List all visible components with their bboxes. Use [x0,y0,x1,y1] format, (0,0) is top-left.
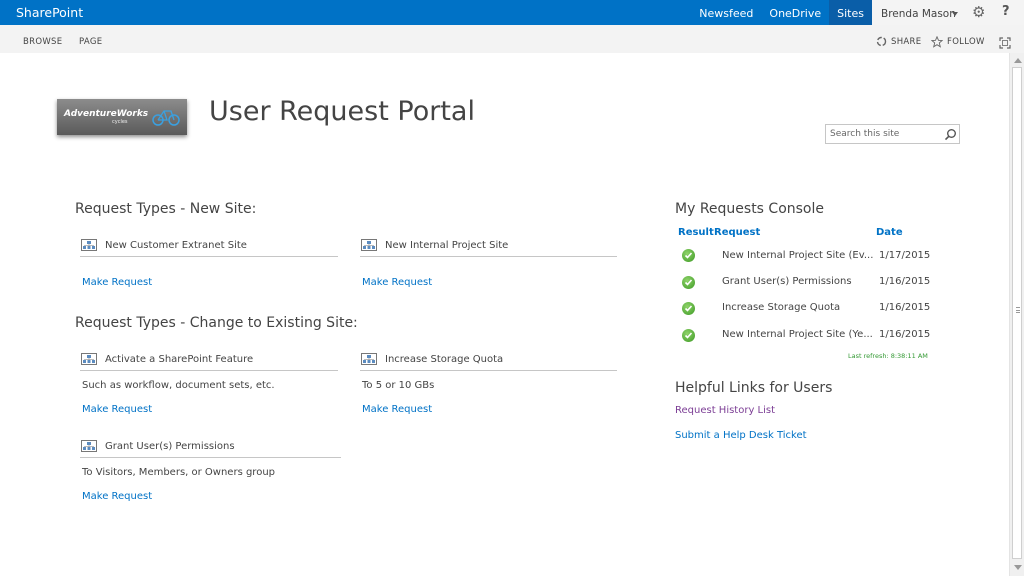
column-header-result[interactable]: Result [678,227,714,238]
focus-on-content-icon[interactable] [999,34,1011,53]
column-header-request[interactable]: Request [714,227,760,238]
chevron-down-icon[interactable] [952,12,958,16]
last-refresh-timestamp: Last refresh: 8:38:11 AM [848,352,928,360]
request-type-description: To Visitors, Members, or Owners group [82,467,276,478]
make-request-link[interactable]: Make Request [362,404,432,415]
requests-console-heading: My Requests Console [675,201,825,217]
make-request-link[interactable]: Make Request [82,491,152,502]
request-date: 1/17/2015 [879,250,931,261]
suite-link-newsfeed[interactable]: Newsfeed [691,0,761,25]
request-type-description: Such as workflow, document sets, etc. [82,380,275,391]
user-menu-area: Brenda Mason ⚙ ? [872,0,1024,25]
vertical-scrollbar[interactable] [1009,53,1024,576]
request-name[interactable]: Increase Storage Quota [722,302,840,313]
request-type-item: Increase Storage Quota [360,351,617,371]
success-check-icon [682,276,695,289]
helpful-links-heading: Helpful Links for Users [675,380,833,396]
logo-text: AdventureWorks [64,109,149,119]
scroll-down-icon[interactable] [1014,565,1022,570]
request-name[interactable]: New Internal Project Site (Ye... [722,329,873,340]
request-date: 1/16/2015 [879,276,931,287]
make-request-link[interactable]: Make Request [82,277,152,288]
tab-browse[interactable]: BROWSE [23,37,62,47]
suite-link-onedrive[interactable]: OneDrive [761,0,829,25]
request-type-description: To 5 or 10 GBs [362,380,435,391]
request-type-label: Increase Storage Quota [385,354,504,365]
site-icon [81,440,97,452]
request-type-item: Activate a SharePoint Feature [80,351,338,371]
ribbon: BROWSE PAGE SHARE FOLLOW [0,25,1024,53]
success-check-icon [682,329,695,342]
request-type-item: Grant User(s) Permissions [80,438,341,458]
site-icon [361,353,377,365]
request-date: 1/16/2015 [879,329,931,340]
request-type-item: New Internal Project Site [360,237,617,257]
make-request-link[interactable]: Make Request [362,277,432,288]
page-title: User Request Portal [209,96,475,127]
new-site-heading: Request Types - New Site: [75,201,257,217]
request-name[interactable]: New Internal Project Site (Ev... [722,250,873,261]
site-icon [361,239,377,251]
search-box [825,124,960,144]
column-header-date[interactable]: Date [876,227,903,238]
request-type-label: New Customer Extranet Site [105,240,247,251]
request-type-label: Grant User(s) Permissions [105,441,235,452]
search-icon[interactable] [944,128,957,141]
change-site-heading: Request Types - Change to Existing Site: [75,315,358,331]
site-icon [81,239,97,251]
share-button[interactable]: SHARE [876,36,921,47]
suite-links: Newsfeed OneDrive Sites [691,0,872,25]
gear-icon[interactable]: ⚙ [972,3,985,21]
sharepoint-brand-link[interactable]: SharePoint [16,5,83,20]
request-type-item: New Customer Extranet Site [80,237,338,257]
help-desk-ticket-link[interactable]: Submit a Help Desk Ticket [675,430,807,441]
request-history-link[interactable]: Request History List [675,405,775,416]
share-label: SHARE [891,36,922,47]
make-request-link[interactable]: Make Request [82,404,152,415]
request-type-label: New Internal Project Site [385,240,509,251]
logo-subtext: cycles [112,119,128,125]
success-check-icon [682,249,695,262]
follow-button[interactable]: FOLLOW [931,36,985,48]
grip-icon [1016,307,1020,313]
user-menu[interactable]: Brenda Mason [881,8,956,20]
help-icon[interactable]: ? [1002,4,1010,19]
search-input[interactable] [826,125,938,143]
scroll-up-icon[interactable] [1014,58,1022,63]
suite-link-sites[interactable]: Sites [829,0,872,25]
request-name[interactable]: Grant User(s) Permissions [722,276,852,287]
tab-page[interactable]: PAGE [79,37,102,47]
request-date: 1/16/2015 [879,302,931,313]
bike-icon [152,110,180,126]
scrollbar-thumb[interactable] [1012,67,1022,559]
site-icon [81,353,97,365]
share-icon [876,36,887,47]
site-logo[interactable]: AdventureWorks cycles [57,99,187,135]
follow-label: FOLLOW [947,37,985,47]
success-check-icon [682,302,695,315]
request-type-label: Activate a SharePoint Feature [105,354,254,365]
suite-bar: SharePoint Newsfeed OneDrive Sites [0,0,1024,25]
star-icon [931,36,943,48]
